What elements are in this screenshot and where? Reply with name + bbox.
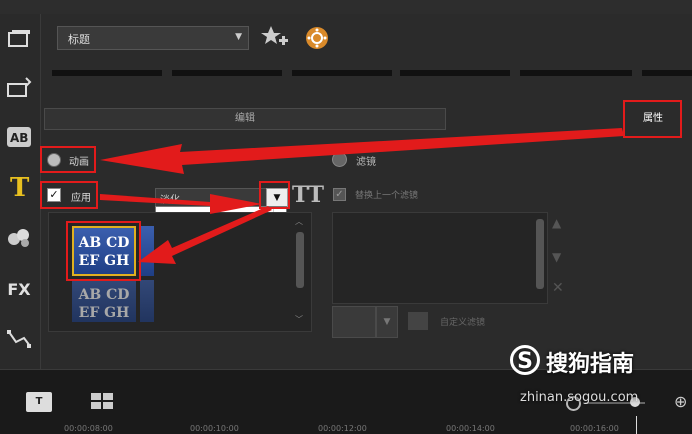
grid-view-icon[interactable] <box>90 392 114 410</box>
timecode: 00:00:14:00 <box>446 424 495 433</box>
timecode: 00:00:12:00 <box>318 424 367 433</box>
sogou-logo-icon: S <box>510 345 540 375</box>
timecode: 00:00:10:00 <box>190 424 239 433</box>
timecode: 00:00:16:00 <box>570 424 619 433</box>
zoom-in-icon[interactable]: ⊕ <box>674 392 687 411</box>
playhead[interactable] <box>636 416 637 434</box>
timecode: 00:00:08:00 <box>64 424 113 433</box>
watermark-brand: 搜狗指南 <box>546 352 635 377</box>
watermark-url: zhinan.sogou.com <box>520 390 639 405</box>
title-track-icon[interactable]: T <box>26 392 52 412</box>
